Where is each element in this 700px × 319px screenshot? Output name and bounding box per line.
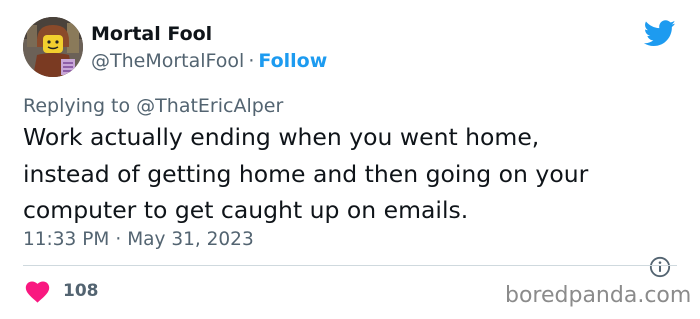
tweet-card: Mortal Fool @TheMortalFool · Follow Replyi… [0,0,700,319]
follow-button[interactable]: Follow [258,50,327,72]
twitter-bird-icon[interactable] [644,20,676,47]
tweet-text: Work actually ending when you went home,… [23,119,683,229]
tweet-text-line: computer to get caught up on emails. [23,196,469,224]
info-icon[interactable] [649,256,671,278]
author-line: @TheMortalFool · Follow [91,50,327,72]
author-name[interactable]: Mortal Fool [91,23,212,45]
reply-context: Replying to @ThatEricAlper [23,95,283,117]
separator-dot: · [115,229,122,250]
separator-dot: · [248,50,255,72]
tweet-time: 11:33 PM [23,229,110,250]
avatar[interactable] [23,17,83,77]
reply-handle-link[interactable]: @ThatEricAlper [136,95,283,117]
reply-prefix: Replying to [23,95,131,117]
like-count[interactable]: 108 [63,281,99,301]
lego-minifigure-avatar-icon [23,17,83,77]
divider [23,265,677,266]
tweet-date: May 31, 2023 [127,229,254,250]
tweet-text-line: instead of getting home and then going o… [23,159,589,188]
watermark: boredpanda.com [505,283,692,308]
heart-icon[interactable] [25,281,50,303]
tweet-text-line: Work actually ending when you went home, [23,123,540,151]
author-handle[interactable]: @TheMortalFool [91,50,244,72]
tweet-timestamp[interactable]: 11:33 PM · May 31, 2023 [23,229,254,250]
